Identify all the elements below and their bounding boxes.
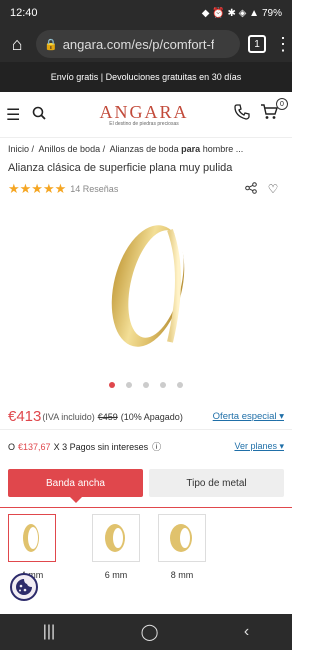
product-image[interactable]: [0, 200, 292, 378]
recent-apps-icon[interactable]: |||: [43, 623, 55, 641]
share-icon[interactable]: [240, 181, 262, 197]
width-label: 8 mm: [170, 570, 194, 580]
carousel-dot[interactable]: [177, 382, 183, 388]
tab-banda-ancha[interactable]: Banda ancha: [8, 469, 143, 503]
breadcrumb-item[interactable]: Inicio: [8, 144, 29, 154]
payment-prefix: O: [8, 441, 16, 452]
back-icon[interactable]: ‹: [244, 623, 249, 641]
installment-text: X 3 Pagos sin intereses: [53, 441, 149, 452]
carousel-dots: [0, 378, 292, 392]
plans-label: Ver planes: [234, 441, 277, 451]
lock-icon: 🔒: [44, 38, 58, 51]
android-nav-bar: ||| ◯ ‹: [0, 614, 292, 650]
search-icon[interactable]: [32, 106, 54, 123]
phone-icon[interactable]: [234, 104, 256, 125]
menu-icon[interactable]: ☰: [6, 105, 22, 125]
promo-banner: Envío gratis | Devoluciones gratuitas en…: [0, 62, 292, 92]
width-option-4mm[interactable]: 4 mm: [8, 514, 56, 580]
width-options: 4 mm 6 mm 8 mm: [0, 507, 292, 580]
cookie-icon: [16, 579, 32, 595]
more-menu-icon[interactable]: ⋮: [274, 34, 292, 55]
breadcrumb-item[interactable]: Alianzas de boda: [110, 144, 179, 154]
url-text: angara.com/es/p/comfort-f: [62, 36, 215, 52]
carousel-dot[interactable]: [143, 382, 149, 388]
status-time: 12:40: [10, 7, 38, 19]
current-price: €413: [8, 408, 42, 425]
logo-name: ANGARA: [99, 102, 189, 122]
rating-row: ★★★★★ 14 Reseñas ♡: [0, 178, 292, 200]
iva-note: (IVA incluido): [42, 411, 95, 422]
plans-link[interactable]: Ver planes ▾: [234, 441, 284, 452]
installment-amount: €137,67: [18, 441, 51, 452]
ring-thumbnail: [92, 514, 140, 562]
special-offer-link[interactable]: Oferta especial ▾: [213, 411, 284, 422]
home-nav-icon[interactable]: ◯: [141, 622, 159, 642]
gold-ring-image: [111, 225, 185, 347]
home-icon[interactable]: ⌂: [6, 34, 28, 55]
battery-level: 79%: [261, 7, 282, 19]
tabs-button[interactable]: 1: [248, 35, 266, 53]
ring-thumbnail: [158, 514, 206, 562]
address-bar[interactable]: 🔒 angara.com/es/p/comfort-f: [36, 30, 240, 58]
special-offer-label: Oferta especial: [212, 411, 277, 422]
breadcrumb-tail: hombre ...: [202, 144, 244, 154]
carousel-dot[interactable]: [109, 382, 115, 388]
reviews-link[interactable]: 14 Reseñas: [70, 184, 118, 194]
star-rating[interactable]: ★★★★★: [8, 181, 66, 197]
cart-count-badge: 0: [276, 98, 288, 110]
old-price: €459: [97, 411, 118, 422]
info-icon[interactable]: ⓘ: [152, 440, 161, 453]
cookie-settings-button[interactable]: [10, 573, 38, 601]
logo-tagline: El destino de piedras preciosas: [109, 121, 179, 127]
carousel-dot[interactable]: [160, 382, 166, 388]
angara-logo[interactable]: ANGARA El destino de piedras preciosas: [54, 102, 234, 127]
option-tabs: Banda ancha Tipo de metal: [0, 457, 292, 503]
status-bar: 12:40 ◆ ⏰ ✱ ◈ ▲ 79%: [0, 0, 292, 26]
carousel-dot[interactable]: [126, 382, 132, 388]
breadcrumb-item[interactable]: Anillos de boda: [39, 144, 101, 154]
ring-thumbnail: [8, 514, 56, 562]
tab-tipo-metal[interactable]: Tipo de metal: [149, 469, 284, 497]
price-row: €413 (IVA incluido) €459 (10% Apagado) O…: [0, 392, 292, 429]
width-label: 6 mm: [104, 570, 128, 580]
width-option-6mm[interactable]: 6 mm: [92, 514, 140, 580]
wishlist-heart-icon[interactable]: ♡: [262, 182, 284, 196]
status-icons: ◆ ⏰ ✱ ◈ ▲ 79%: [202, 8, 282, 19]
discount-text: (10% Apagado): [120, 411, 183, 422]
browser-toolbar: ⌂ 🔒 angara.com/es/p/comfort-f 1 ⋮: [0, 26, 292, 62]
payment-row: O €137,67 X 3 Pagos sin intereses ⓘ Ver …: [0, 429, 292, 457]
notification-icons: ◆ ⏰ ✱ ◈ ▲: [201, 7, 259, 19]
breadcrumb-bold: para: [181, 144, 201, 154]
product-title: Alianza clásica de superficie plana muy …: [8, 162, 233, 174]
site-header: ☰ ANGARA El destino de piedras preciosas…: [0, 92, 292, 138]
width-option-8mm[interactable]: 8 mm: [158, 514, 206, 580]
cart-icon[interactable]: 0: [260, 98, 288, 125]
breadcrumb: Inicio / Anillos de boda / Alianzas de b…: [8, 144, 244, 154]
